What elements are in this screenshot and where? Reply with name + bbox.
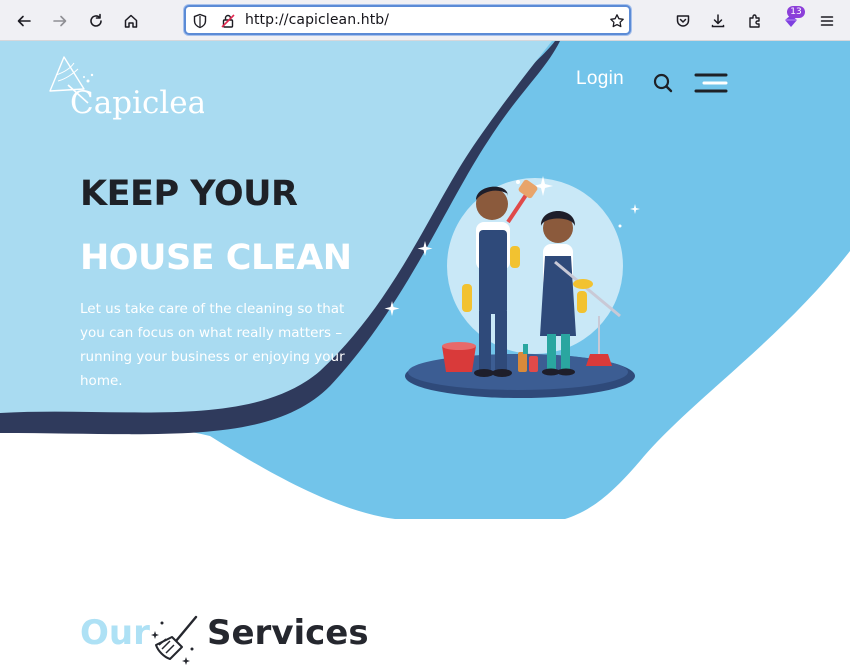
pocket-icon[interactable] <box>670 8 696 34</box>
browser-toolbar: http://capiclean.htb/ 13 <box>0 0 850 41</box>
broom-icon <box>151 615 198 665</box>
home-icon[interactable] <box>118 8 144 34</box>
hero-headline-line2: HOUSE CLEAN <box>80 238 352 278</box>
forward-arrow-icon[interactable] <box>47 8 73 34</box>
search-icon[interactable] <box>652 72 674 94</box>
url-text[interactable]: http://capiclean.htb/ <box>245 12 389 28</box>
services-title-prefix: Our <box>80 613 150 653</box>
services-title-services: Services <box>207 613 369 653</box>
services-title-our: Our <box>80 613 150 653</box>
hamburger-menu-icon[interactable] <box>694 72 728 94</box>
logo-text: Capiclean <box>70 85 204 121</box>
cleaners-illustration <box>384 176 640 398</box>
hamburger-menu-icon[interactable] <box>814 8 840 34</box>
back-arrow-icon[interactable] <box>11 8 37 34</box>
hero-description: Let us take care of the cleaning so that… <box>80 301 345 389</box>
page: Capiclean Login KEEP YOUR HOUSE CLEAN Le… <box>0 41 850 668</box>
capiclean-logo[interactable]: Capiclean <box>44 55 204 121</box>
reload-icon[interactable] <box>83 8 109 34</box>
lock-insecure-icon[interactable] <box>220 13 236 29</box>
hero-headline-line1: KEEP YOUR <box>80 174 298 214</box>
extensions-icon[interactable] <box>742 8 768 34</box>
login-link[interactable]: Login <box>576 68 624 90</box>
shield-icon[interactable] <box>192 13 208 29</box>
address-bar[interactable]: http://capiclean.htb/ <box>184 5 631 35</box>
extension-badge: 13 <box>787 6 805 18</box>
downloads-icon[interactable] <box>705 8 731 34</box>
bookmark-star-icon[interactable] <box>609 13 625 29</box>
